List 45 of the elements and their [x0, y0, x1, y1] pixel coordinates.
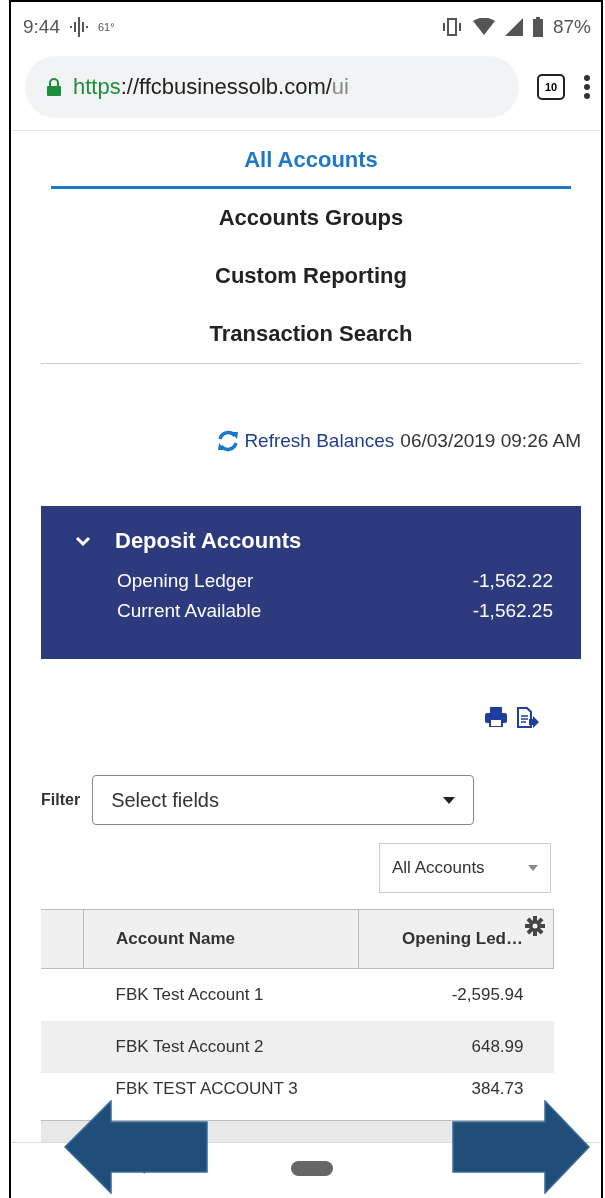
podcast-icon: [70, 17, 88, 37]
panel-title: Deposit Accounts: [115, 528, 302, 554]
nav-tab[interactable]: Accounts Groups: [51, 189, 571, 247]
caret-icon: [528, 865, 538, 871]
summary-label: Current Available: [117, 599, 262, 623]
address-bar[interactable]: https://ffcbusinessolb.com/ui: [25, 56, 519, 118]
caret-icon: [443, 796, 456, 804]
chevron-icon[interactable]: [75, 534, 91, 548]
signal-icon: [504, 18, 523, 36]
balance-timestamp: 06/03/2019 09:26 AM: [400, 430, 581, 452]
column-header[interactable]: Account Name: [83, 909, 359, 969]
lock-icon: [47, 78, 61, 96]
select-fields-dropdown[interactable]: Select fields: [92, 775, 475, 825]
nav-tab[interactable]: Transaction Search: [51, 305, 571, 363]
refresh-balances-link[interactable]: Refresh Balances: [216, 429, 395, 453]
clock-time: 9:44: [23, 16, 60, 38]
temperature: 61°: [98, 21, 115, 33]
home-button[interactable]: [291, 1161, 333, 1176]
battery-icon: [532, 17, 543, 37]
summary-value: -1,562.25: [472, 599, 553, 623]
summary-value: -1,562.22: [472, 569, 553, 593]
battery-percent: 87%: [552, 16, 591, 38]
print-icon[interactable]: [485, 707, 507, 727]
vibrate-icon: [440, 18, 463, 36]
refresh-icon[interactable]: [216, 429, 241, 453]
export-document-icon[interactable]: [517, 707, 539, 729]
more-menu-icon[interactable]: [583, 74, 591, 100]
account-name-cell: FBK Test Account 2: [83, 1021, 359, 1073]
wifi-icon: [472, 18, 495, 36]
settings-icon[interactable]: [525, 916, 545, 936]
left-arrow-icon: [63, 1100, 209, 1194]
account-scope-dropdown[interactable]: All Accounts: [379, 843, 551, 893]
amount-cell: -2,595.94: [358, 968, 554, 1021]
table-header-cell: [41, 909, 84, 969]
column-header[interactable]: Opening Led…: [358, 909, 554, 969]
amount-cell: 384.73: [358, 1073, 554, 1121]
summary-label: Opening Ledger: [117, 569, 254, 593]
right-arrow-icon: [451, 1100, 591, 1194]
tab-count-button[interactable]: 10: [537, 74, 565, 100]
nav-tab[interactable]: Custom Reporting: [51, 247, 571, 305]
nav-tab[interactable]: All Accounts: [51, 133, 571, 189]
amount-cell: 648.99: [358, 1021, 554, 1073]
account-name-cell: FBK TEST ACCOUNT 3: [83, 1073, 359, 1121]
account-name-cell: FBK Test Account 1: [83, 968, 359, 1021]
filter-label: Filter: [41, 791, 81, 809]
